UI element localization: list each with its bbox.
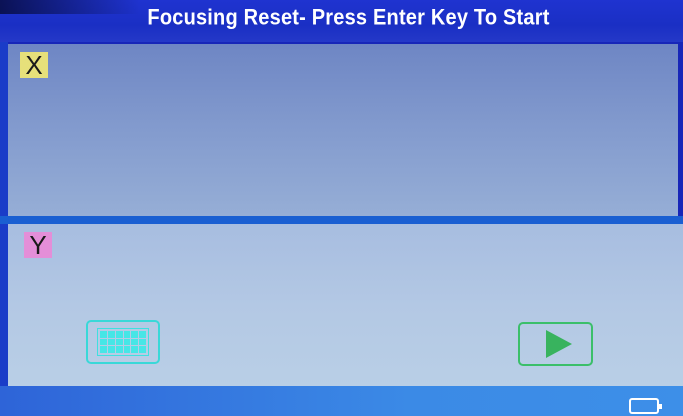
- play-icon: [545, 330, 572, 358]
- x-view-panel: [8, 44, 678, 216]
- title-corner-shadow: [0, 0, 140, 14]
- x-axis-label: X: [20, 52, 48, 78]
- grid-view-button[interactable]: [86, 320, 160, 364]
- start-button[interactable]: [518, 322, 593, 366]
- panel-divider: [0, 216, 683, 224]
- page-title: Focusing Reset- Press Enter Key To Start: [147, 5, 550, 30]
- status-bar: [0, 386, 683, 416]
- grid-icon: [97, 328, 149, 356]
- title-bar: Focusing Reset- Press Enter Key To Start: [0, 0, 683, 42]
- y-axis-label: Y: [24, 232, 52, 258]
- splicer-screen: Focusing Reset- Press Enter Key To Start…: [0, 0, 683, 416]
- left-edge: [0, 42, 8, 386]
- battery-icon: [629, 398, 662, 414]
